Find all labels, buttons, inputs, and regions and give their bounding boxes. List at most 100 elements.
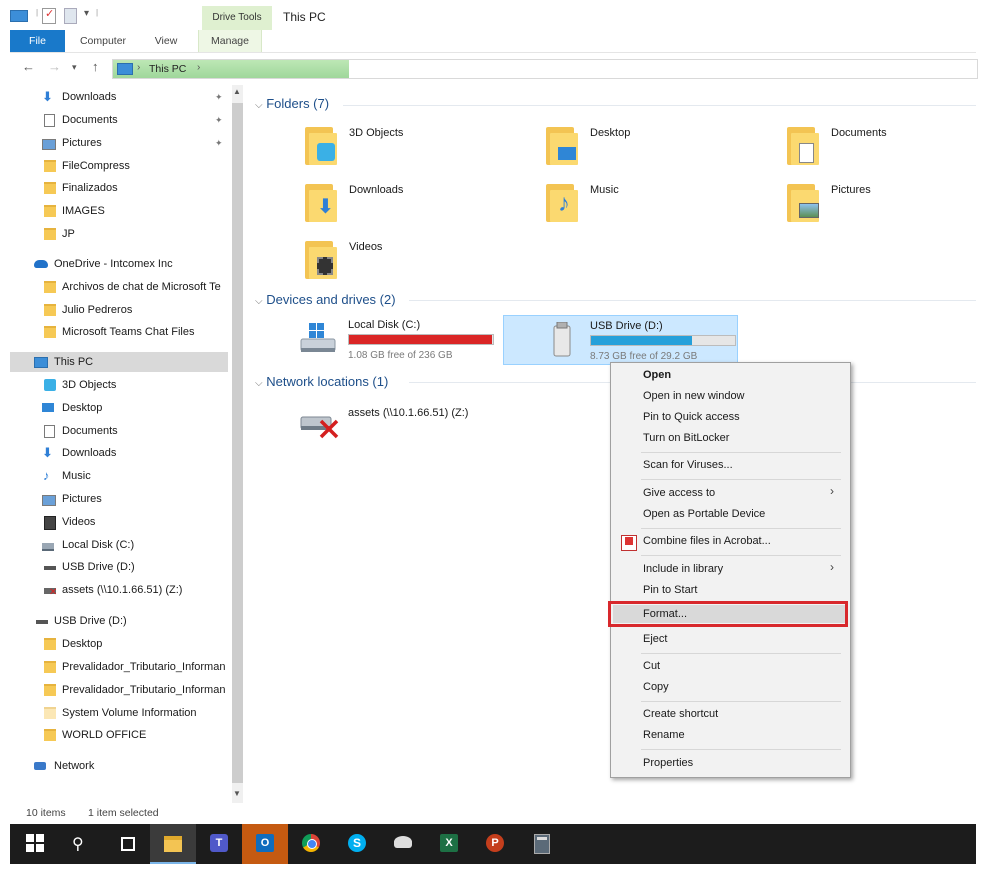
sidebar-item-pictures[interactable]: Pictures ✦: [10, 133, 230, 153]
sidebar-item-music[interactable]: ♪ Music: [10, 466, 230, 486]
teams-icon[interactable]: T: [196, 824, 242, 864]
sidebar-item-teams-chat-files[interactable]: Microsoft Teams Chat Files: [10, 322, 230, 342]
title-bar: | ✓ ▾ | Drive Tools This PC: [10, 0, 976, 30]
folder-tile-desktop[interactable]: Desktop: [546, 123, 786, 173]
breadcrumb-chevron-icon[interactable]: ›: [197, 62, 200, 73]
windows-start-icon[interactable]: [12, 824, 58, 864]
collapse-chevron-icon[interactable]: ⌵: [255, 100, 263, 111]
3d-objects-folder-icon: [305, 127, 337, 165]
recent-locations-chevron-icon[interactable]: ▾: [72, 62, 77, 73]
pin-icon[interactable]: ✦: [215, 110, 223, 130]
scrollbar-thumb[interactable]: [232, 103, 243, 783]
pin-icon[interactable]: ✦: [215, 133, 223, 153]
sidebar-item-archivos-de-chat[interactable]: Archivos de chat de Microsoft Te: [10, 277, 230, 297]
drive-tile-usb-drive-d[interactable]: USB Drive (D:) 8.73 GB free of 29.2 GB: [503, 315, 738, 365]
sidebar-item-assets-z[interactable]: ✕ assets (\\10.1.66.51) (Z:): [10, 580, 230, 600]
menu-item-rename[interactable]: Rename: [643, 729, 685, 741]
sidebar-item-system-volume-information[interactable]: System Volume Information: [10, 703, 230, 723]
sidebar-item-finalizados[interactable]: Finalizados: [10, 178, 230, 198]
sidebar-item-filecompress[interactable]: FileCompress: [10, 156, 230, 176]
download-arrow-icon: ⬇: [42, 445, 53, 460]
sidebar-item-documents-pc[interactable]: Documents: [10, 421, 230, 441]
tab-computer[interactable]: Computer: [72, 30, 134, 52]
skype-icon[interactable]: S: [334, 824, 380, 864]
breadcrumb-chevron-icon[interactable]: ›: [137, 62, 140, 73]
network-app-icon[interactable]: [380, 824, 426, 864]
sidebar-item-jp[interactable]: JP: [10, 224, 230, 244]
menu-item-pin-to-quick-access[interactable]: Pin to Quick access: [643, 411, 740, 423]
address-bar[interactable]: › This PC ›: [112, 59, 978, 79]
menu-item-properties[interactable]: Properties: [643, 757, 693, 769]
sidebar-item-usb-desktop[interactable]: Desktop: [10, 634, 230, 654]
sidebar-item-onedrive[interactable]: OneDrive - Intcomex Inc: [10, 254, 230, 274]
scroll-down-arrow-icon[interactable]: ▼: [233, 789, 241, 798]
devices-group-header[interactable]: ⌵ Devices and drives (2): [255, 291, 396, 309]
menu-item-open-in-new-window[interactable]: Open in new window: [643, 390, 745, 402]
outlook-icon[interactable]: O: [242, 824, 288, 864]
properties-check-icon[interactable]: ✓: [42, 8, 56, 24]
sidebar-item-world-office[interactable]: WORLD OFFICE: [10, 725, 230, 745]
folder-icon: [44, 281, 56, 293]
this-pc-icon: [34, 357, 48, 368]
file-explorer-icon[interactable]: [150, 824, 196, 864]
sidebar-scrollbar[interactable]: ▲ ▼: [232, 85, 243, 803]
folder-tile-3d-objects[interactable]: 3D Objects: [305, 123, 545, 173]
sidebar-item-usb-drive-root[interactable]: USB Drive (D:): [10, 611, 230, 631]
sidebar-item-local-disk-c[interactable]: Local Disk (C:): [10, 535, 230, 555]
menu-item-give-access-to[interactable]: Give access to: [643, 487, 715, 499]
powerpoint-icon[interactable]: P: [472, 824, 518, 864]
menu-item-open[interactable]: Open: [643, 369, 671, 381]
pin-icon[interactable]: ✦: [215, 87, 223, 107]
network-group-header[interactable]: ⌵ Network locations (1): [255, 373, 388, 391]
collapse-chevron-icon[interactable]: ⌵: [255, 378, 263, 389]
sidebar-item-usb-drive-d[interactable]: USB Drive (D:): [10, 557, 230, 577]
sidebar-item-julio-pedreros[interactable]: Julio Pedreros: [10, 300, 230, 320]
menu-item-create-shortcut[interactable]: Create shortcut: [643, 708, 718, 720]
sidebar-item-network[interactable]: Network: [10, 756, 230, 776]
forward-arrow-icon[interactable]: →: [48, 59, 61, 74]
network-tile-assets-z[interactable]: assets (\\10.1.66.51) (Z:): [299, 403, 539, 453]
sidebar-item-desktop[interactable]: Desktop: [10, 398, 230, 418]
menu-item-open-as-portable-device[interactable]: Open as Portable Device: [643, 508, 765, 520]
sidebar-item-downloads[interactable]: ⬇ Downloads ✦: [10, 87, 230, 107]
tab-manage[interactable]: Manage: [198, 30, 262, 52]
menu-item-scan-for-viruses[interactable]: Scan for Viruses...: [643, 459, 733, 471]
sidebar-item-downloads-pc[interactable]: ⬇ Downloads: [10, 443, 230, 463]
folder-tile-documents[interactable]: Documents: [787, 123, 983, 173]
chrome-icon[interactable]: [288, 824, 334, 864]
excel-icon[interactable]: X: [426, 824, 472, 864]
drive-tile-local-disk-c[interactable]: Local Disk (C:) 1.08 GB free of 236 GB: [295, 315, 495, 365]
menu-item-turn-on-bitlocker[interactable]: Turn on BitLocker: [643, 432, 729, 444]
menu-item-pin-to-start[interactable]: Pin to Start: [643, 584, 697, 596]
task-view-icon[interactable]: [104, 824, 150, 864]
folders-group-header[interactable]: ⌵ Folders (7): [255, 95, 329, 113]
sidebar-item-documents[interactable]: Documents ✦: [10, 110, 230, 130]
collapse-chevron-icon[interactable]: ⌵: [255, 296, 263, 307]
breadcrumb-this-pc[interactable]: This PC: [149, 63, 186, 75]
menu-item-cut[interactable]: Cut: [643, 660, 660, 672]
folder-tile-downloads[interactable]: ⬇ Downloads: [305, 180, 545, 230]
menu-item-copy[interactable]: Copy: [643, 681, 669, 693]
new-folder-icon[interactable]: [64, 8, 77, 24]
pictures-icon: [42, 139, 56, 150]
sidebar-item-images[interactable]: IMAGES: [10, 201, 230, 221]
sidebar-item-videos[interactable]: Videos: [10, 512, 230, 532]
sidebar-item-prevalidador-1[interactable]: Prevalidador_Tributario_Informan: [10, 657, 230, 677]
sidebar-item-3d-objects[interactable]: 3D Objects: [10, 375, 230, 395]
sidebar-item-pictures-pc[interactable]: Pictures: [10, 489, 230, 509]
menu-item-include-in-library[interactable]: Include in library: [643, 563, 723, 575]
folder-tile-music[interactable]: ♪ Music: [546, 180, 786, 230]
menu-item-eject[interactable]: Eject: [643, 633, 667, 645]
tab-file[interactable]: File: [10, 30, 65, 52]
calculator-icon[interactable]: [518, 824, 564, 864]
menu-item-combine-files-in-acrobat[interactable]: Combine files in Acrobat...: [643, 535, 771, 547]
search-icon[interactable]: ⚲: [58, 824, 104, 864]
sidebar-item-prevalidador-2[interactable]: Prevalidador_Tributario_Informan: [10, 680, 230, 700]
up-arrow-icon[interactable]: ↑: [92, 59, 99, 74]
sidebar-item-this-pc[interactable]: This PC: [10, 352, 228, 372]
tab-view[interactable]: View: [144, 30, 188, 52]
scroll-up-arrow-icon[interactable]: ▲: [233, 87, 241, 96]
folder-tile-pictures[interactable]: Pictures: [787, 180, 983, 230]
folder-tile-videos[interactable]: Videos: [305, 237, 545, 287]
back-arrow-icon[interactable]: ←: [22, 59, 35, 74]
